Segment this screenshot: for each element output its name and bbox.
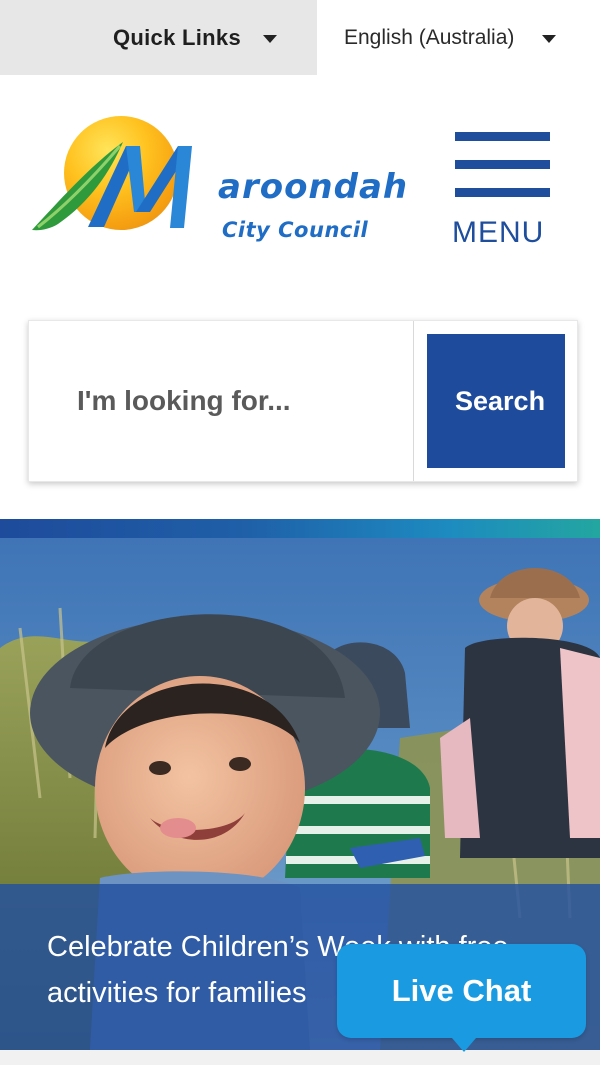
- menu-label: MENU: [452, 216, 545, 249]
- top-bar: Quick Links English (Australia): [0, 0, 600, 75]
- quick-links-label: Quick Links: [112, 24, 241, 50]
- hamburger-icon: [455, 132, 550, 141]
- hamburger-icon-bar: [455, 188, 550, 197]
- logo-leaf-icon: [32, 142, 192, 231]
- logo-wordmark: aroondah: [218, 167, 409, 207]
- speech-bubble-tail-icon: [452, 1038, 476, 1052]
- live-chat-label: Live Chat: [391, 973, 532, 1008]
- site-logo[interactable]: aroondah City Council: [28, 112, 407, 252]
- chevron-down-icon: [542, 34, 557, 43]
- gradient-stripe: [0, 519, 600, 538]
- menu-button[interactable]: MENU: [452, 128, 552, 253]
- language-selector[interactable]: English (Australia): [317, 0, 600, 75]
- logo-subtitle: City Council: [222, 218, 369, 242]
- hamburger-icon-bar: [455, 160, 550, 169]
- search-button[interactable]: Search: [427, 334, 565, 468]
- content-divider: [0, 1050, 600, 1065]
- chevron-down-icon: [263, 34, 277, 43]
- search-input[interactable]: [29, 321, 413, 481]
- live-chat-button[interactable]: Live Chat: [337, 944, 586, 1038]
- quick-links-dropdown[interactable]: Quick Links: [0, 0, 317, 75]
- search-divider: [413, 321, 414, 481]
- search-box: Search: [28, 320, 578, 482]
- language-label: English (Australia): [344, 25, 515, 49]
